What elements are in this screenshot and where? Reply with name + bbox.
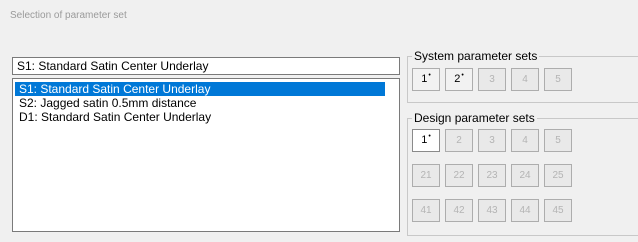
design-set-button-23[interactable]: 23: [478, 164, 506, 187]
system-set-button-3-label: 3: [489, 74, 495, 85]
design-set-button-44-label: 44: [519, 205, 531, 216]
system-set-button-3[interactable]: 3: [478, 68, 506, 91]
parameter-set-list[interactable]: S1: Standard Satin Center Underlay S2: J…: [12, 78, 400, 232]
system-set-button-5[interactable]: 5: [544, 68, 572, 91]
system-set-button-5-label: 5: [555, 74, 561, 85]
design-set-button-23-label: 23: [486, 170, 498, 181]
design-set-button-22-label: 22: [453, 170, 465, 181]
design-set-button-42[interactable]: 42: [445, 199, 473, 222]
design-set-button-3[interactable]: 3: [478, 129, 506, 152]
design-set-button-41-label: 41: [420, 205, 432, 216]
design-set-button-24-label: 24: [519, 170, 531, 181]
system-parameter-sets-group: System parameter sets 1• 2• 3 4 5: [407, 48, 638, 103]
design-set-button-24[interactable]: 24: [511, 164, 539, 187]
design-set-button-45[interactable]: 45: [544, 199, 572, 222]
system-set-button-2-default-marker: •: [461, 72, 464, 80]
dialog-title: Selection of parameter set: [10, 10, 127, 21]
design-set-button-5[interactable]: 5: [544, 129, 572, 152]
list-item-s1[interactable]: S1: Standard Satin Center Underlay: [15, 82, 385, 96]
design-set-button-4[interactable]: 4: [511, 129, 539, 152]
system-set-button-2-label: 2: [454, 73, 461, 85]
design-set-button-41[interactable]: 41: [412, 199, 440, 222]
design-set-button-43[interactable]: 43: [478, 199, 506, 222]
list-item-s2[interactable]: S2: Jagged satin 0.5mm distance: [15, 96, 385, 110]
system-set-button-4[interactable]: 4: [511, 68, 539, 91]
system-set-button-2[interactable]: 2•: [445, 68, 473, 91]
current-set-combo[interactable]: S1: Standard Satin Center Underlay: [12, 57, 400, 75]
design-set-button-1[interactable]: 1•: [412, 129, 440, 152]
design-set-button-3-label: 3: [489, 135, 495, 146]
design-set-button-42-label: 42: [453, 205, 465, 216]
design-set-button-5-label: 5: [555, 135, 561, 146]
design-set-button-4-label: 4: [522, 135, 528, 146]
design-set-button-1-label: 1: [421, 134, 428, 146]
design-set-button-1-default-marker: •: [428, 133, 431, 141]
design-set-button-44[interactable]: 44: [511, 199, 539, 222]
design-set-button-2[interactable]: 2: [445, 129, 473, 152]
system-set-button-4-label: 4: [522, 74, 528, 85]
system-set-button-1[interactable]: 1•: [412, 68, 440, 91]
design-set-button-22[interactable]: 22: [445, 164, 473, 187]
list-item-d1[interactable]: D1: Standard Satin Center Underlay: [15, 110, 385, 124]
design-set-button-21[interactable]: 21: [412, 164, 440, 187]
design-set-button-2-label: 2: [456, 135, 462, 146]
design-set-button-21-label: 21: [420, 170, 432, 181]
design-parameter-sets-group: Design parameter sets 1• 2 3 4 5 21 22 23 24 25 41…: [407, 110, 638, 236]
design-parameter-sets-label: Design parameter sets: [412, 110, 537, 126]
design-set-button-45-label: 45: [552, 205, 564, 216]
system-parameter-sets-label: System parameter sets: [412, 48, 540, 64]
system-set-button-1-default-marker: •: [428, 72, 431, 80]
design-set-button-25[interactable]: 25: [544, 164, 572, 187]
system-set-button-1-label: 1: [421, 73, 428, 85]
design-set-button-43-label: 43: [486, 205, 498, 216]
design-set-button-25-label: 25: [552, 170, 564, 181]
